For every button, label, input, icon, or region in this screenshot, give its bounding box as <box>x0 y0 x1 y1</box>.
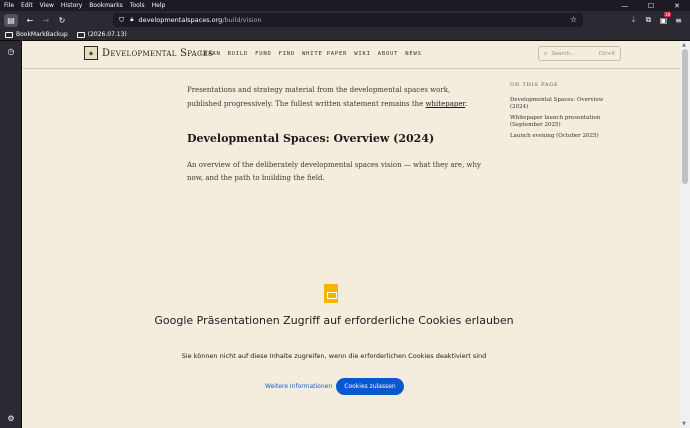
search-placeholder: Search... <box>551 50 576 57</box>
consent-title: Google Präsentationen Zugriff auf erford… <box>154 314 514 327</box>
toc-title: ON THIS PAGE <box>510 82 559 88</box>
nav-about[interactable]: ABOUT <box>378 51 399 57</box>
maximize-icon[interactable]: ☐ <box>638 0 664 11</box>
forward-icon[interactable]: → <box>38 12 54 28</box>
folder-icon <box>76 31 85 38</box>
history-icon[interactable]: ◷ <box>6 46 16 56</box>
settings-gear-icon[interactable]: ⚙ <box>6 413 16 423</box>
nav-find[interactable]: FIND <box>279 51 295 57</box>
whitepaper-link[interactable]: whitepaper <box>426 100 466 108</box>
toc-item[interactable]: Developmental Spaces: Overview (2024) <box>510 97 620 111</box>
intro-text: Presentations and strategy material from… <box>187 86 468 108</box>
site-search-input[interactable]: ⌕ Search... Ctrl+K <box>538 46 621 61</box>
nav-news[interactable]: NEWS <box>405 51 421 57</box>
menu-help[interactable]: Help <box>152 2 166 9</box>
extension-icon[interactable]: ▣ 18 <box>656 12 671 28</box>
menu-view[interactable]: View <box>40 2 54 9</box>
menu-bookmarks[interactable]: Bookmarks <box>89 2 123 9</box>
nav-build[interactable]: BUILD <box>228 51 249 57</box>
allow-cookies-button[interactable]: Cookies zulassen <box>336 378 404 395</box>
more-info-link[interactable]: Weitere Informationen <box>265 383 332 390</box>
page-scrollbar[interactable]: ▲ ▼ <box>680 41 690 428</box>
scrollbar-thumb[interactable] <box>682 49 688 184</box>
navigation-toolbar: ▤ ← → ↻ ⛉ 🔒︎ developmentalspaces.org/bui… <box>0 11 690 29</box>
shield-icon[interactable]: ⛉ <box>119 16 124 25</box>
logo-emblem-icon[interactable]: ◈ <box>84 46 98 60</box>
site-logo[interactable]: Developmental Spaces <box>102 48 213 59</box>
toc-item[interactable]: Launch evening (October 2025) <box>510 133 620 140</box>
toc-item[interactable]: Whitepaper launch presentation (Septembe… <box>510 115 620 129</box>
google-slides-icon <box>324 284 338 303</box>
url-host: developmentalspaces.org <box>138 16 223 24</box>
menu-tools[interactable]: Tools <box>130 2 145 9</box>
nav-white-paper[interactable]: WHITE PAPER <box>302 51 347 57</box>
download-icon[interactable]: ⤓ <box>626 12 641 28</box>
toolbar-right: ⤓ ⧉ ▣ 18 ≡ <box>626 12 686 28</box>
window-controls: — ☐ ✕ <box>612 0 690 11</box>
menu-file[interactable]: File <box>4 2 14 9</box>
table-of-contents: ON THIS PAGE Developmental Spaces: Overv… <box>510 82 620 144</box>
nav-learn[interactable]: LEARN <box>200 51 221 57</box>
bookmark-star-icon[interactable]: ☆ <box>570 15 577 24</box>
sidebar-toggle-icon[interactable]: ▤ <box>4 13 18 27</box>
menu-edit[interactable]: Edit <box>21 2 33 9</box>
browser-sidebar: ◷ ⚙ <box>0 41 22 428</box>
lock-icon[interactable]: 🔒︎ <box>130 16 133 24</box>
search-shortcut: Ctrl+K <box>598 51 615 57</box>
back-icon[interactable]: ← <box>22 12 38 28</box>
bookmark-folder[interactable]: (2026.07.13) <box>76 31 127 38</box>
menu-icon[interactable]: ≡ <box>671 12 686 28</box>
menu-history[interactable]: History <box>61 2 82 9</box>
scroll-down-icon[interactable]: ▼ <box>682 421 686 427</box>
nav-wiki[interactable]: WIKI <box>354 51 370 57</box>
site-header: ◈ Developmental Spaces LEARN BUILD FUND … <box>22 41 680 69</box>
reload-icon[interactable]: ↻ <box>54 12 70 28</box>
url-bar[interactable]: ⛉ 🔒︎ developmentalspaces.org/build/visio… <box>113 13 583 27</box>
bookmark-folder[interactable]: BookMarkBackup <box>5 31 68 38</box>
close-icon[interactable]: ✕ <box>664 0 690 11</box>
nav-fund[interactable]: FUND <box>255 51 271 57</box>
scroll-up-icon[interactable]: ▲ <box>682 42 686 48</box>
search-icon: ⌕ <box>544 49 548 57</box>
url-path: /build/vision <box>222 16 262 24</box>
site-nav: LEARN BUILD FUND FIND WHITE PAPER WIKI A… <box>200 51 429 57</box>
extension-badge: 18 <box>663 12 671 17</box>
web-page: ◈ Developmental Spaces LEARN BUILD FUND … <box>22 41 680 428</box>
section-description: An overview of the deliberately developm… <box>187 161 481 182</box>
consent-text: Sie können nicht auf diese Inhalte zugre… <box>181 352 487 360</box>
section-heading: Developmental Spaces: Overview (2024) <box>187 132 435 145</box>
menu-bar: File Edit View History Bookmarks Tools H… <box>0 0 690 11</box>
minimize-icon[interactable]: — <box>612 0 638 11</box>
folder-icon <box>5 31 13 38</box>
library-icon[interactable]: ⧉ <box>641 12 656 28</box>
bookmarks-bar: BookMarkBackup (2026.07.13) <box>0 29 690 41</box>
